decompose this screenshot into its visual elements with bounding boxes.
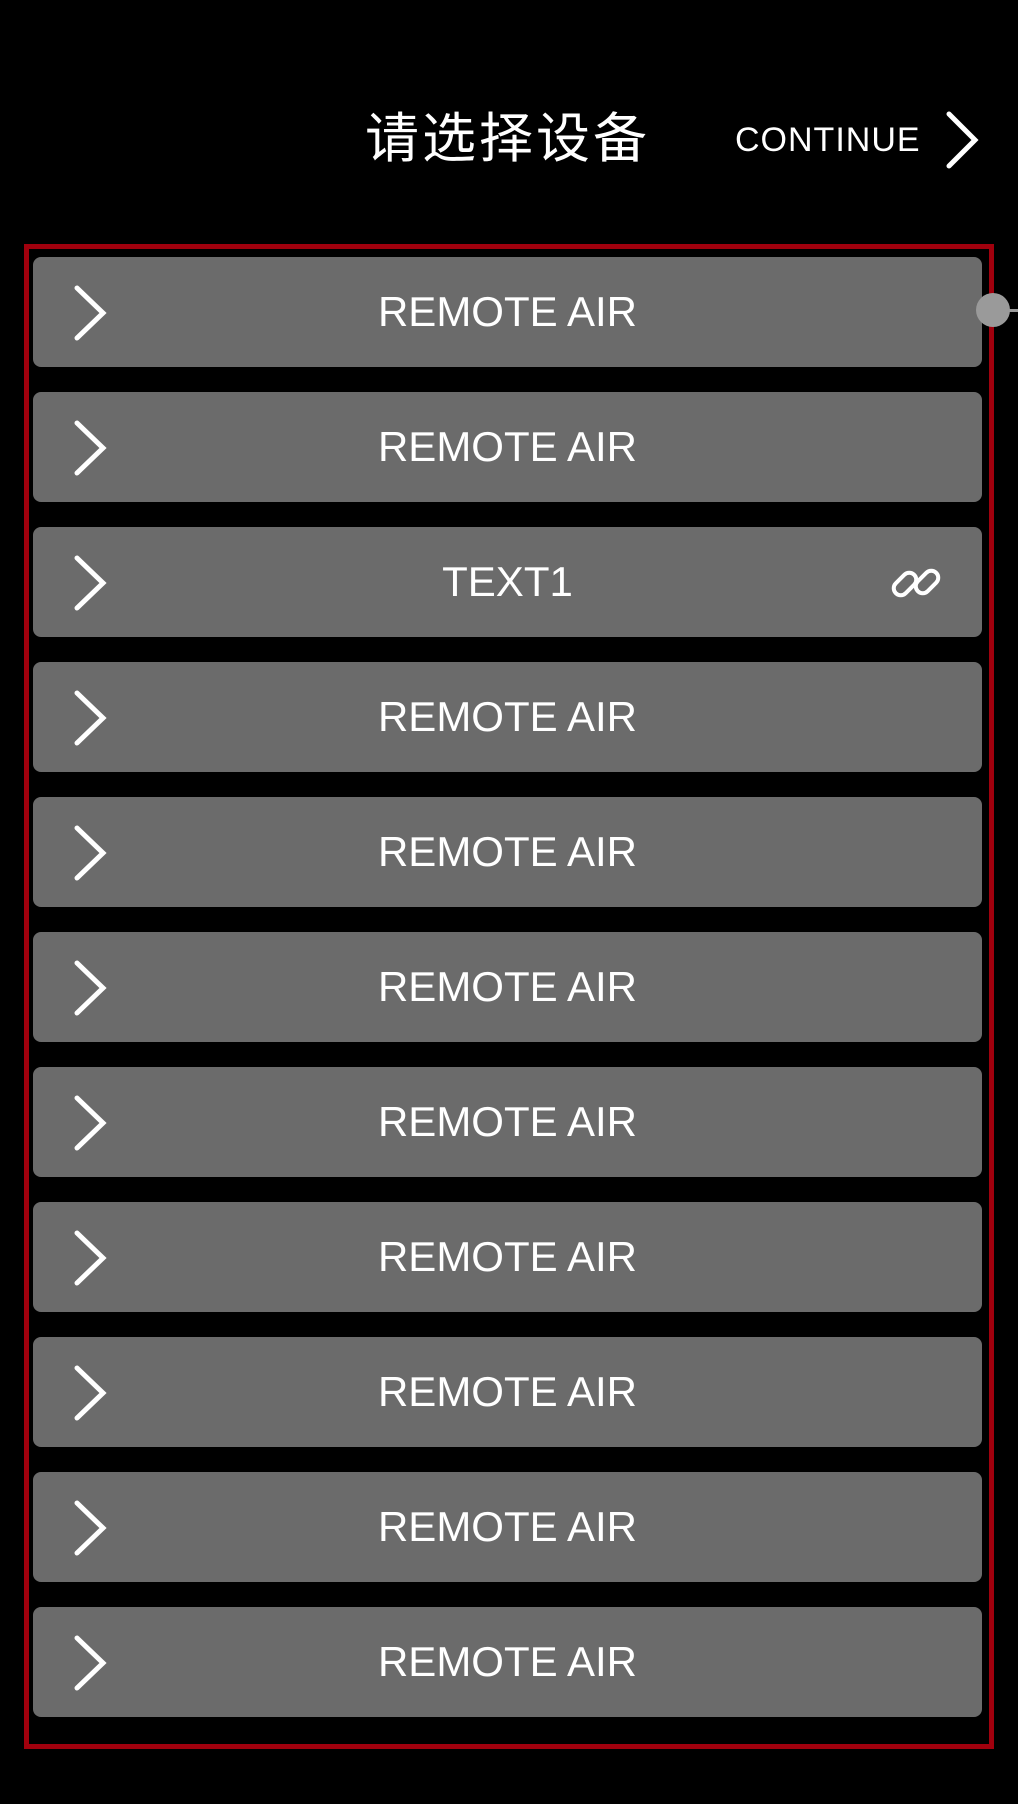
- device-row[interactable]: REMOTE AIR: [33, 1337, 982, 1447]
- device-row[interactable]: REMOTE AIR: [33, 1607, 982, 1717]
- device-name: REMOTE AIR: [377, 288, 638, 335]
- resize-handle-tick: [1008, 309, 1018, 312]
- device-name: REMOTE AIR: [377, 423, 638, 470]
- device-row[interactable]: REMOTE AIR: [33, 1202, 982, 1312]
- device-list: REMOTE AIR REMOTE AIR TEXT1 REMOTE AIR R…: [33, 257, 982, 1742]
- device-row[interactable]: REMOTE AIR: [33, 932, 982, 1042]
- device-row[interactable]: REMOTE AIR: [33, 662, 982, 772]
- header-bar: 请选择设备 CONTINUE: [0, 0, 1018, 240]
- page-title: 请选择设备: [365, 107, 650, 170]
- device-name: REMOTE AIR: [377, 828, 638, 875]
- device-select-screen: 请选择设备 CONTINUE REMOTE AIR REMOTE AIR TEX…: [0, 0, 1018, 1804]
- device-name: REMOTE AIR: [377, 693, 638, 740]
- device-row[interactable]: REMOTE AIR: [33, 797, 982, 907]
- device-name: REMOTE AIR: [377, 1503, 638, 1550]
- device-name: REMOTE AIR: [377, 1233, 638, 1280]
- device-row[interactable]: REMOTE AIR: [33, 1067, 982, 1177]
- device-row[interactable]: REMOTE AIR: [33, 257, 982, 367]
- device-name: REMOTE AIR: [377, 1638, 638, 1685]
- resize-handle[interactable]: [976, 293, 1010, 327]
- device-row[interactable]: REMOTE AIR: [33, 1472, 982, 1582]
- device-name: TEXT1: [442, 558, 573, 605]
- device-name: REMOTE AIR: [377, 963, 638, 1010]
- link-icon[interactable]: [888, 555, 944, 611]
- device-row[interactable]: TEXT1: [33, 527, 982, 637]
- device-name: REMOTE AIR: [377, 1098, 638, 1145]
- continue-button[interactable]: CONTINUE: [735, 105, 981, 175]
- device-name: REMOTE AIR: [377, 1368, 638, 1415]
- continue-label: CONTINUE: [735, 120, 921, 159]
- device-row[interactable]: REMOTE AIR: [33, 392, 982, 502]
- chevron-right-icon: [946, 111, 979, 169]
